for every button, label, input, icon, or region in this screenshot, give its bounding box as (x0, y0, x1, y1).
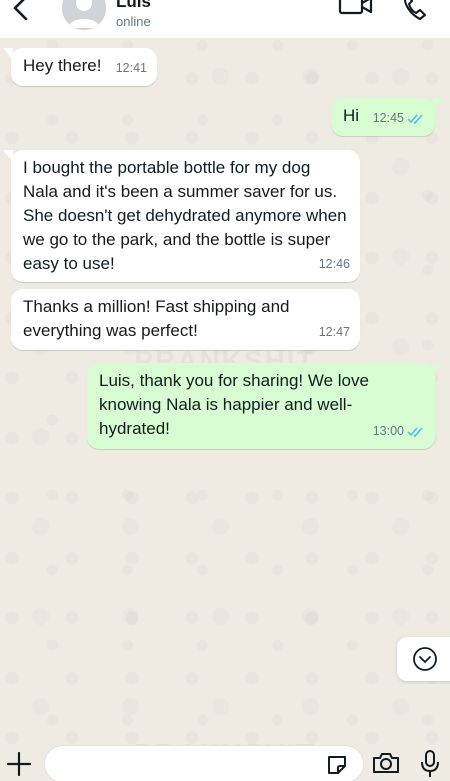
back-arrow-icon[interactable] (8, 0, 32, 24)
message-time: 12:41 (115, 61, 147, 75)
message-meta: 13:00 (373, 419, 425, 443)
message-bubble-incoming[interactable]: I bought the portable bottle for my dog … (3, 150, 360, 282)
avatar-placeholder-icon (62, 0, 106, 30)
message-bubble-outgoing[interactable]: Hi 12:45 (331, 98, 443, 136)
message-bubble-incoming[interactable]: Thanks a million! Fast shipping and ever… (11, 289, 360, 350)
message-bubble-outgoing[interactable]: Luis, thank you for sharing! We love kno… (87, 363, 443, 449)
contact-status: online (116, 14, 151, 29)
message-input-box[interactable] (44, 745, 364, 781)
message-meta: 12:45 (373, 106, 425, 130)
double-check-read-icon (407, 426, 423, 437)
contact-name[interactable]: Luis (116, 0, 151, 12)
phone-call-icon[interactable] (400, 0, 430, 24)
message-meta: 12:41 (116, 56, 147, 80)
microphone-icon[interactable] (420, 749, 440, 779)
message-time: 13:00 (372, 424, 404, 438)
message-text: I bought the portable bottle for my dog … (23, 158, 347, 273)
message-time: 12:47 (318, 325, 350, 339)
scroll-to-bottom-button[interactable] (397, 637, 450, 681)
message-input[interactable] (59, 754, 309, 776)
double-check-read-icon (407, 113, 423, 124)
chevron-down-icon (413, 647, 437, 671)
message-meta: 12:47 (319, 320, 350, 344)
sticker-icon[interactable] (325, 753, 349, 777)
video-call-icon[interactable] (338, 0, 374, 22)
camera-icon[interactable] (372, 750, 400, 776)
message-text: Thanks a million! Fast shipping and ever… (23, 297, 290, 340)
message-meta: 12:46 (319, 252, 350, 276)
avatar[interactable] (62, 0, 106, 30)
message-time: 12:46 (318, 257, 350, 271)
plus-icon[interactable] (6, 751, 32, 777)
message-time: 12:45 (372, 111, 404, 125)
chat-header: Luis online (0, 0, 450, 38)
message-bubble-incoming[interactable]: Hey there! 12:41 (3, 48, 157, 86)
